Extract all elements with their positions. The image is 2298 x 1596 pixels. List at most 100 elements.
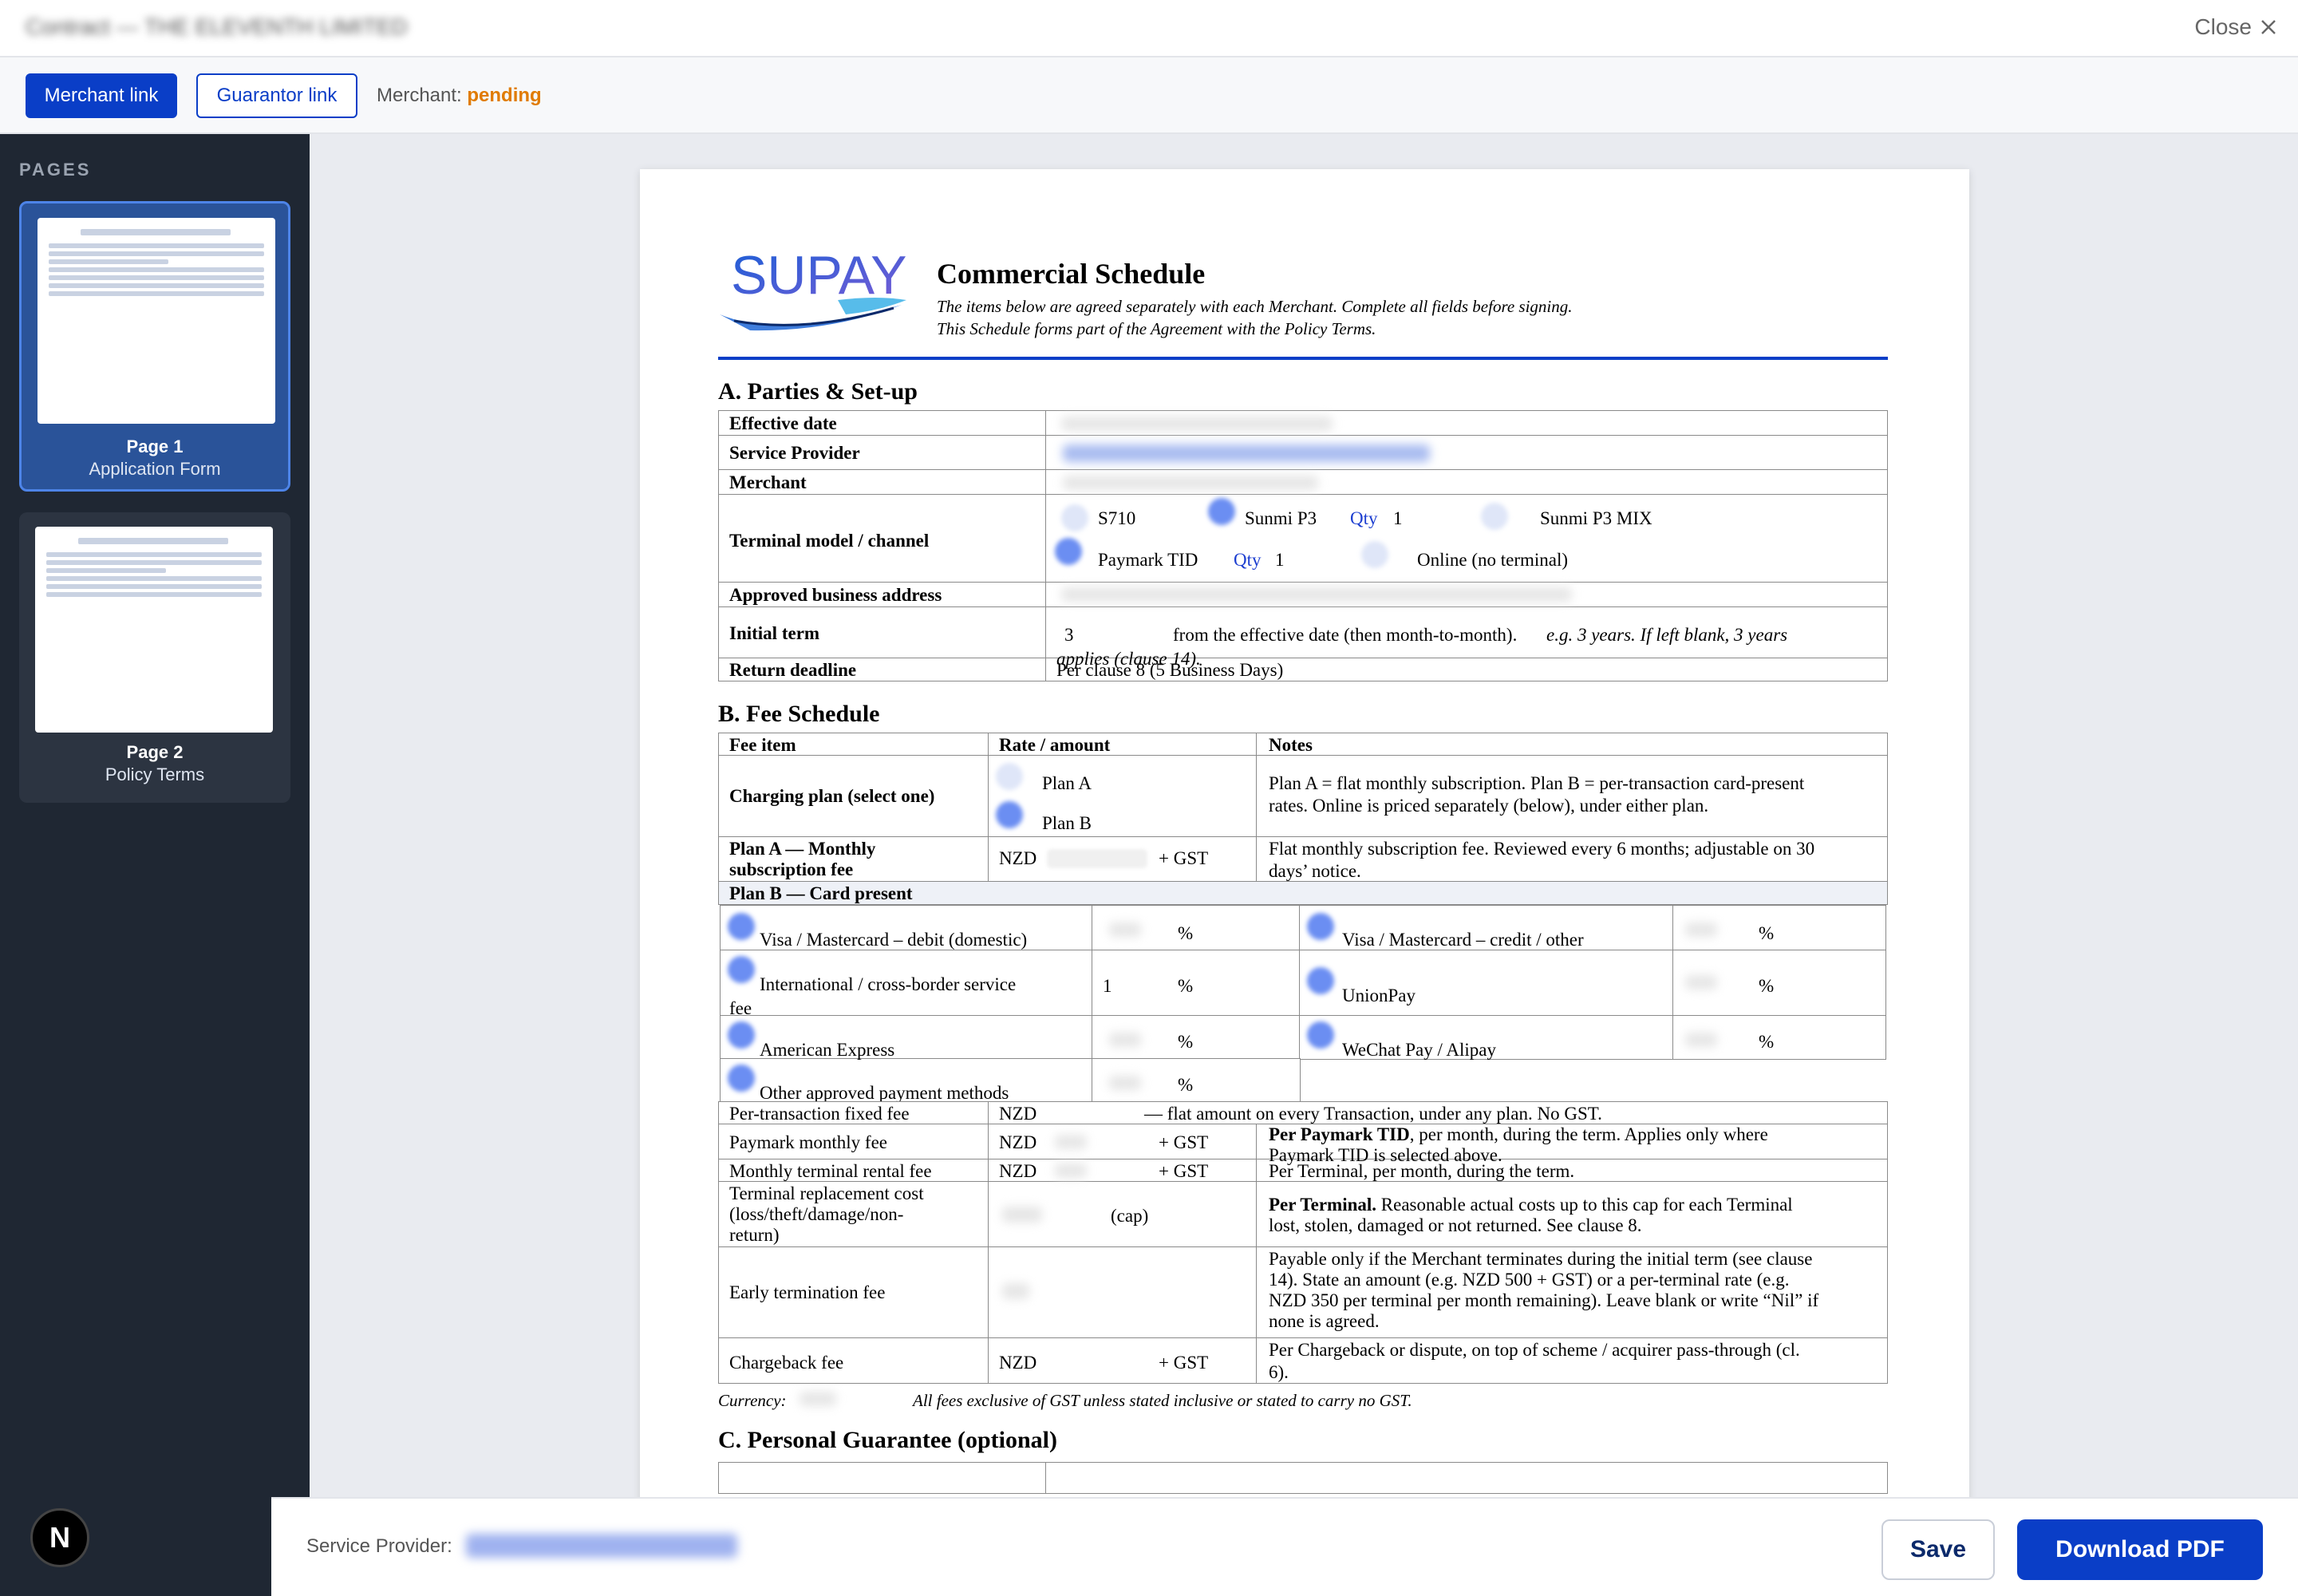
currency-nzd: NZD — [999, 1353, 1037, 1373]
charging-note: rates. Online is priced separately (belo… — [1269, 796, 1709, 816]
document-viewer[interactable]: SUPAY Commercial Schedule The items belo… — [310, 134, 2298, 1499]
effective-date-field[interactable] — [1061, 417, 1333, 431]
label-replacement: Terminal replacement cost — [729, 1183, 924, 1203]
percent: % — [1178, 1032, 1194, 1052]
save-button[interactable]: Save — [1881, 1519, 1995, 1580]
card-visa-credit: Visa / Mastercard – credit / other — [1342, 930, 1584, 950]
label-rental-fee: Monthly terminal rental fee — [729, 1161, 932, 1181]
paymark-fee-input[interactable] — [1055, 1135, 1087, 1149]
plus-gst: + GST — [1159, 848, 1209, 868]
page-1-title: Application Form — [89, 459, 221, 479]
label-early-termination: Early termination fee — [729, 1282, 886, 1302]
toolbar: Merchant link Guarantor link Merchant: p… — [0, 57, 2298, 134]
paymark-checkbox[interactable] — [1055, 538, 1082, 565]
other-rate[interactable] — [1109, 1076, 1141, 1090]
header-rule — [718, 357, 1888, 360]
visa-debit-checkbox[interactable] — [728, 913, 755, 940]
qty-label: Qty — [1234, 550, 1262, 570]
replacement-cap-input[interactable] — [1002, 1207, 1042, 1223]
currency-label: Currency: — [718, 1391, 787, 1410]
sunmi-p3-checkbox[interactable] — [1208, 498, 1235, 525]
paymark-qty-input[interactable]: 1 — [1275, 549, 1285, 572]
label-address: Approved business address — [729, 585, 942, 605]
online-checkbox[interactable] — [1361, 541, 1388, 568]
label-service-provider: Service Provider — [729, 443, 860, 463]
early-note: 14). State an amount (e.g. NZD 500 + GST… — [1269, 1270, 1790, 1290]
plan-a-fee-input[interactable] — [1047, 849, 1147, 868]
currency-nzd: NZD — [999, 1132, 1037, 1152]
merchant-field[interactable] — [1063, 476, 1318, 490]
early-termination-input[interactable] — [1002, 1283, 1029, 1299]
unionpay-rate[interactable] — [1685, 975, 1717, 990]
page-2-preview — [35, 527, 273, 733]
sunmi-mix-checkbox[interactable] — [1481, 503, 1508, 530]
charging-note: Plan A = flat monthly subscription. Plan… — [1269, 773, 1805, 793]
percent: % — [1759, 1032, 1775, 1052]
schedule-title: Commercial Schedule — [937, 258, 1206, 290]
label-replacement: return) — [729, 1225, 780, 1245]
merchant-link-button[interactable]: Merchant link — [26, 73, 177, 118]
rental-note: Per Terminal, per month, during the term… — [1269, 1161, 1575, 1181]
label-charging-plan: Charging plan (select one) — [729, 786, 935, 806]
page-thumb-2[interactable]: Page 2 Policy Terms — [19, 512, 290, 803]
intl-rate-input[interactable]: 1 — [1103, 975, 1112, 998]
download-pdf-button[interactable]: Download PDF — [2017, 1519, 2263, 1580]
currency-nzd: NZD — [999, 1104, 1037, 1124]
page-thumb-1[interactable]: Page 1 Application Form — [19, 201, 290, 492]
wechat-checkbox[interactable] — [1307, 1021, 1334, 1049]
wechat-rate[interactable] — [1685, 1033, 1717, 1047]
percent: % — [1759, 923, 1775, 943]
initial-term-text: from the effective date (then month-to-m… — [1173, 625, 1518, 645]
page-2-title: Policy Terms — [105, 764, 205, 784]
replacement-note-text: Reasonable actual costs up to this cap f… — [1376, 1195, 1793, 1215]
merchant-status: Merchant: pending — [377, 85, 542, 107]
page-2-number: Page 2 — [126, 742, 184, 762]
unionpay-checkbox[interactable] — [1307, 967, 1334, 994]
service-provider-field[interactable] — [1063, 444, 1430, 462]
dev-badge[interactable]: N — [30, 1508, 89, 1567]
address-field[interactable] — [1061, 587, 1572, 602]
replacement-note: lost, stolen, damaged or not returned. S… — [1269, 1215, 1642, 1235]
amex-checkbox[interactable] — [728, 1021, 755, 1049]
amex-rate[interactable] — [1109, 1033, 1141, 1047]
plan-b-heading: Plan B — Card present — [729, 883, 913, 903]
document-page: SUPAY Commercial Schedule The items belo… — [640, 169, 1969, 1499]
header-notes: Notes — [1269, 735, 1313, 755]
visa-credit-rate[interactable] — [1685, 922, 1717, 937]
visa-debit-rate[interactable] — [1109, 922, 1141, 937]
s710-checkbox[interactable] — [1061, 504, 1088, 531]
other-methods-checkbox[interactable] — [728, 1065, 755, 1092]
header-fee-item: Fee item — [729, 735, 796, 755]
document-title: Contract — THE ELEVENTH LIMITED — [26, 14, 408, 39]
initial-term-input[interactable]: 3 — [1064, 624, 1074, 647]
early-note: NZD 350 per terminal per month remaining… — [1269, 1290, 1819, 1310]
plan-a-radio[interactable] — [996, 763, 1023, 790]
currency-input[interactable] — [800, 1392, 836, 1406]
title-bar: Contract — THE ELEVENTH LIMITED Close — [0, 0, 2298, 57]
rental-fee-input[interactable] — [1055, 1163, 1087, 1178]
status-label: Merchant: — [377, 85, 462, 106]
label-return-deadline: Return deadline — [729, 660, 857, 680]
plan-b-radio[interactable] — [996, 801, 1023, 828]
plan-a-label: Plan A — [1042, 773, 1092, 793]
service-provider-label: Service Provider: — [306, 1535, 452, 1557]
label-merchant: Merchant — [729, 472, 807, 492]
visa-credit-checkbox[interactable] — [1307, 913, 1334, 940]
label-plan-a: Plan A — Monthly — [729, 839, 876, 859]
guarantor-link-button[interactable]: Guarantor link — [196, 73, 357, 118]
label-initial-term: Initial term — [729, 623, 820, 643]
label-terminal: Terminal model / channel — [729, 531, 930, 551]
intl-checkbox[interactable] — [728, 956, 755, 983]
card-unionpay: UnionPay — [1342, 986, 1416, 1005]
terminal-s710: S710 — [1098, 508, 1136, 528]
chargeback-note: 6). — [1269, 1362, 1289, 1382]
terminal-online: Online (no terminal) — [1417, 550, 1569, 570]
sunmi-qty-input[interactable]: 1 — [1393, 508, 1403, 531]
terminal-sunmi-p3: Sunmi P3 — [1245, 508, 1317, 528]
label-chargeback: Chargeback fee — [729, 1353, 844, 1373]
label-replacement: (loss/theft/damage/non- — [729, 1204, 904, 1224]
close-button[interactable]: Close — [2194, 14, 2277, 40]
pages-sidebar: PAGES Page 1 Application Form Page 2 Pol… — [0, 134, 310, 1596]
label-paymark-fee: Paymark monthly fee — [729, 1132, 888, 1152]
terminal-paymark: Paymark TID — [1098, 550, 1198, 570]
